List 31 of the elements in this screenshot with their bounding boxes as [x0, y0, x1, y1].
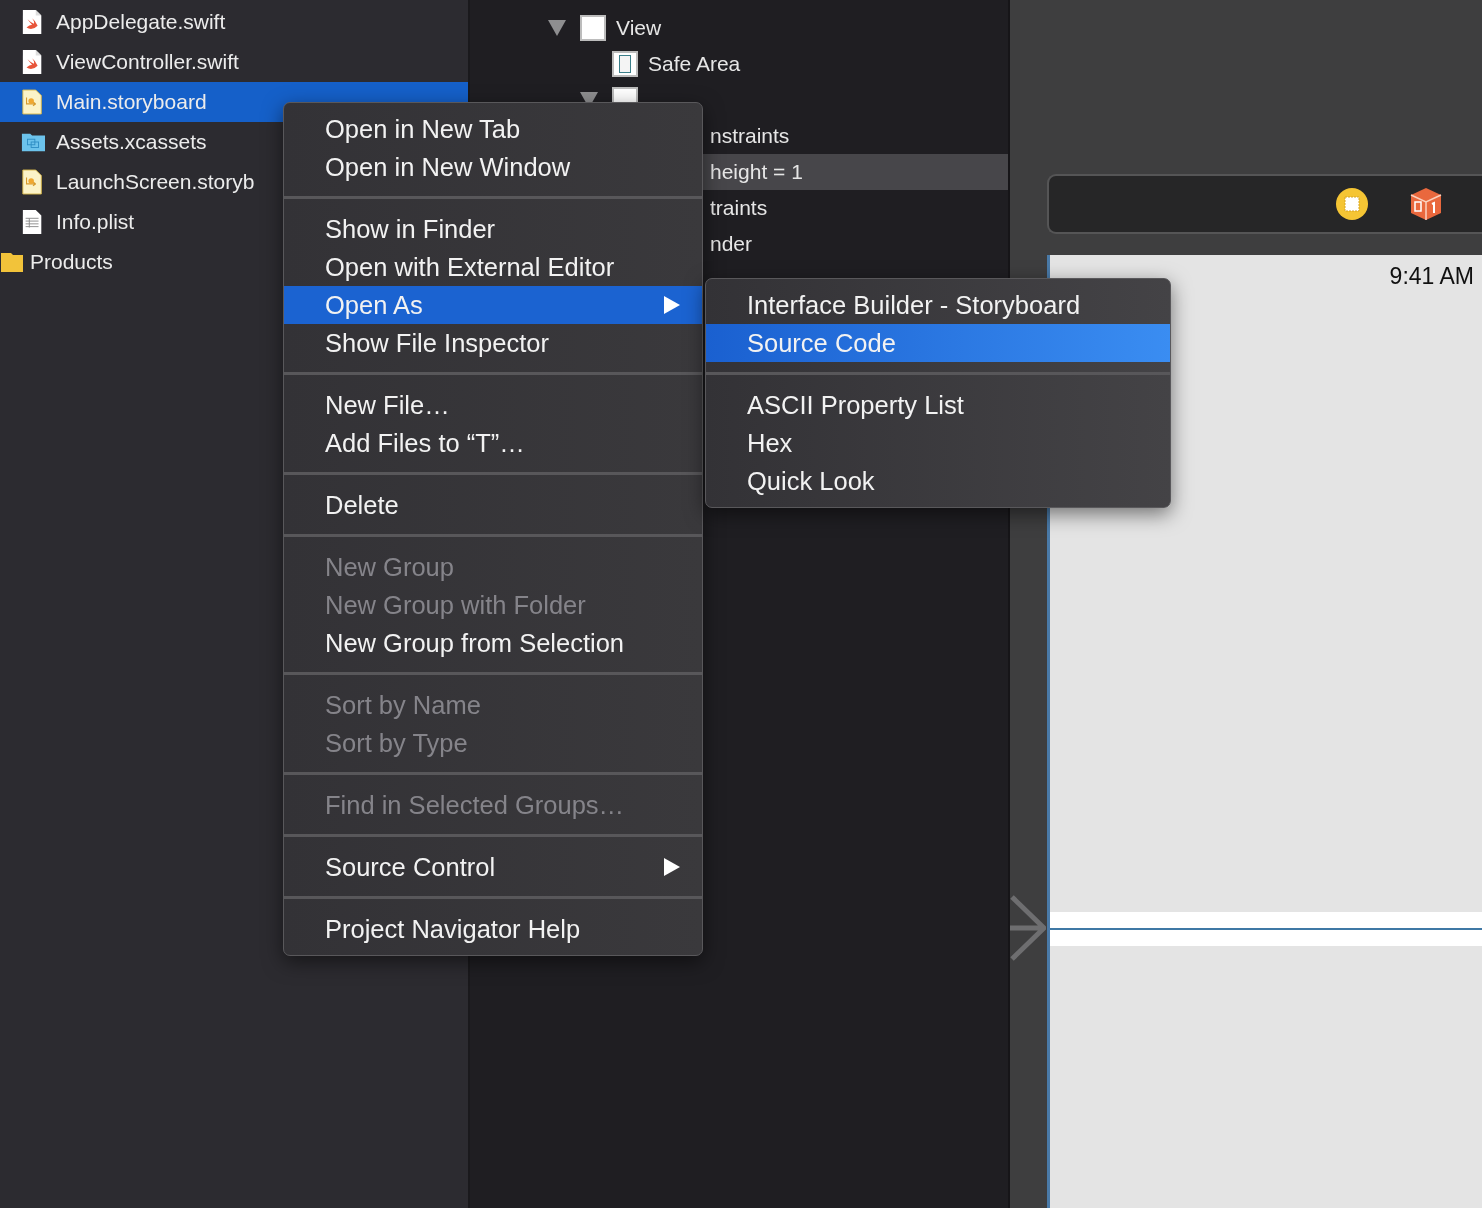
safe-area-icon — [612, 51, 638, 77]
storyboard-file-icon — [21, 168, 45, 196]
menu-item[interactable]: Hex — [706, 424, 1170, 462]
menu-item[interactable]: ASCII Property List — [706, 386, 1170, 424]
file-row[interactable]: AppDelegate.swift — [0, 2, 468, 42]
outline-item-label: height = 1 — [710, 160, 803, 184]
menu-item[interactable]: Show File Inspector — [284, 324, 702, 362]
menu-item[interactable]: Project Navigator Help — [284, 910, 702, 948]
menu-item[interactable]: New File… — [284, 386, 702, 424]
entry-point-arrow-icon — [1010, 895, 1046, 961]
menu-item[interactable]: Open As — [284, 286, 702, 324]
outline-item-label: View — [616, 16, 662, 40]
menu-item[interactable]: Delete — [284, 486, 702, 524]
status-time: 9:41 AM — [1389, 263, 1474, 291]
menu-item[interactable]: Open with External Editor — [284, 248, 702, 286]
storyboard-file-icon — [21, 88, 45, 116]
outline-item-label: traints — [710, 196, 768, 220]
outline-row[interactable]: Safe Area — [470, 46, 1008, 82]
menu-item[interactable]: New Group from Selection — [284, 624, 702, 662]
view-controller-icon[interactable] — [1336, 188, 1368, 220]
cube-icon[interactable] — [1410, 187, 1442, 221]
view-icon — [580, 15, 606, 41]
menu-item[interactable]: Source Control — [284, 848, 702, 886]
file-row[interactable]: ViewController.swift — [0, 42, 468, 82]
menu-item[interactable]: Quick Look — [706, 462, 1170, 500]
outline-row[interactable]: View — [470, 10, 1008, 46]
menu-item[interactable]: Add Files to “T”… — [284, 424, 702, 462]
menu-item[interactable]: Source Code — [706, 324, 1170, 362]
outline-item-label: Safe Area — [648, 52, 741, 76]
menu-item[interactable]: Interface Builder - Storyboard — [706, 286, 1170, 324]
menu-item[interactable]: Show in Finder — [284, 210, 702, 248]
